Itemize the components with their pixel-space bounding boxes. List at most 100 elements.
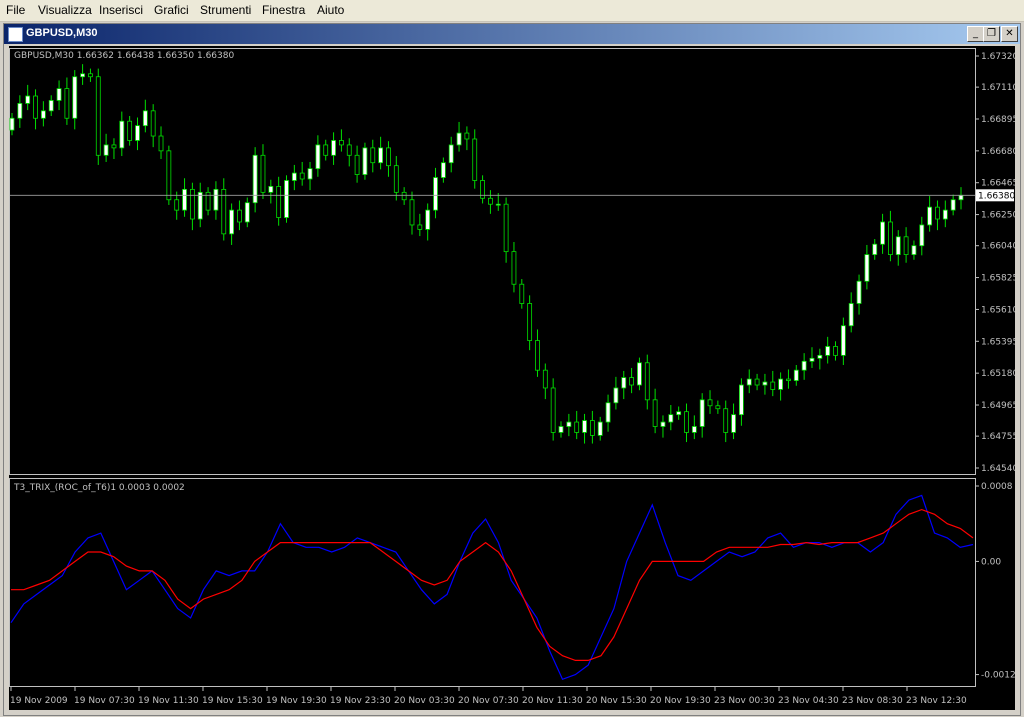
candle-body (566, 421, 572, 427)
menu-file[interactable]: File (6, 3, 25, 17)
time-tick-label: 19 Nov 11:30 (138, 696, 199, 706)
candle-body (197, 191, 203, 220)
candle-body (189, 188, 195, 220)
candle-body (668, 414, 674, 423)
candle-body (840, 325, 846, 356)
candle-body (237, 209, 242, 223)
candle-body (276, 186, 282, 218)
candle-body (472, 138, 478, 181)
candle-body (315, 144, 321, 170)
menu-strumenti[interactable]: Strumenti (200, 3, 251, 17)
menu-aiuto[interactable]: Aiuto (317, 3, 344, 17)
candle-body (958, 194, 964, 201)
time-tick-label: 20 Nov 11:30 (522, 696, 583, 706)
candle-body (676, 411, 682, 416)
minimize-button[interactable]: _ (967, 26, 984, 42)
candle-body (699, 399, 705, 427)
candle-body (809, 357, 815, 362)
candle-body (378, 147, 384, 164)
candle-body (386, 147, 391, 167)
candle-body (142, 110, 148, 127)
candle-body (942, 209, 948, 220)
price-tick-label: 1.64755 (981, 432, 1015, 442)
price-tick-label: 1.65610 (981, 305, 1015, 315)
menu-bar: File Visualizza Inserisci Grafici Strume… (0, 0, 1024, 22)
candle-body (103, 144, 109, 156)
trix-tick-label: -0.0012 (981, 671, 1015, 681)
time-tick-label: 23 Nov 12:30 (906, 696, 967, 706)
restore-button[interactable]: ❐ (983, 26, 1000, 42)
candle-body (370, 147, 376, 164)
price-tick-label: 1.66680 (981, 147, 1015, 157)
candle-body (793, 369, 799, 381)
candle-body (864, 254, 870, 282)
candle-body (605, 402, 611, 423)
candle-body (40, 110, 46, 119)
price-tick-label: 1.64540 (981, 464, 1015, 474)
candle-body (433, 177, 438, 211)
candle-body (150, 110, 156, 137)
window-titlebar[interactable]: GBPUSD,M30 _ ❐ ✕ (4, 24, 1020, 44)
time-tick-label: 19 Nov 15:30 (202, 696, 263, 706)
candle-body (550, 387, 556, 433)
time-tick-label: 19 Nov 23:30 (330, 696, 391, 706)
candle-body (754, 378, 760, 386)
candle-body (339, 140, 344, 146)
candle-body (848, 303, 854, 327)
candle-body (495, 203, 501, 206)
price-tick-label: 1.64965 (981, 401, 1015, 411)
candle-body (707, 399, 713, 407)
price-tick-label: 1.65180 (981, 369, 1015, 379)
candle-body (417, 224, 423, 230)
menu-finestra[interactable]: Finestra (262, 3, 305, 17)
candle-body (425, 209, 431, 230)
candle-body (346, 144, 352, 156)
candle-body (17, 103, 23, 119)
candle-body (48, 100, 54, 112)
close-button[interactable]: ✕ (1001, 26, 1018, 42)
candle-body (503, 203, 509, 253)
menu-inserisci[interactable]: Inserisci (99, 3, 143, 17)
candle-body (574, 421, 580, 433)
candle-body (535, 340, 540, 371)
chart-area[interactable]: 1.67320 1.67110 1.66895 1.66680 1.66465 1.662… (9, 46, 1015, 710)
candle-body (723, 408, 729, 433)
candle-body (746, 378, 752, 386)
candle-body (244, 202, 250, 223)
menu-grafici[interactable]: Grafici (154, 3, 189, 17)
price-chart-title: GBPUSD,M30 1.66362 1.66438 1.66350 1.663… (14, 51, 234, 61)
candle-body (833, 346, 838, 356)
candle-body (778, 378, 784, 390)
candle-body (72, 76, 78, 119)
candle-body (825, 346, 831, 356)
candle-body (174, 199, 180, 211)
candle-body (448, 144, 454, 164)
candle-body (582, 420, 587, 433)
candle-body (801, 360, 807, 371)
window-title: GBPUSD,M30 (26, 27, 98, 39)
candle-body (362, 147, 368, 175)
time-tick-label: 23 Nov 04:30 (778, 696, 839, 706)
candle-body (331, 140, 336, 156)
candle-body (456, 132, 462, 146)
candle-body (464, 132, 470, 140)
time-tick-label: 19 Nov 07:30 (74, 696, 135, 706)
candle-body (88, 73, 93, 78)
price-tick-label: 1.66465 (981, 179, 1015, 189)
candle-body (911, 245, 917, 255)
menu-visualizza[interactable]: Visualizza (38, 3, 92, 17)
candle-body (268, 186, 274, 193)
time-tick-label: 19 Nov 2009 (10, 696, 68, 706)
candle-body (182, 188, 187, 211)
time-tick-label: 23 Nov 08:30 (842, 696, 903, 706)
candle-body (409, 199, 415, 226)
candle-body (652, 399, 658, 427)
time-tick-label: 20 Nov 15:30 (586, 696, 647, 706)
candle-body (715, 405, 721, 410)
time-tick-label: 20 Nov 03:30 (394, 696, 455, 706)
trix-indicator-title: T3_TRIX_(ROC_of_T6)1 0.0003 0.0002 (13, 483, 185, 493)
candle-body (731, 414, 736, 433)
candle-body (872, 243, 878, 255)
candle-body (621, 377, 627, 389)
chart-app-icon (8, 27, 23, 42)
